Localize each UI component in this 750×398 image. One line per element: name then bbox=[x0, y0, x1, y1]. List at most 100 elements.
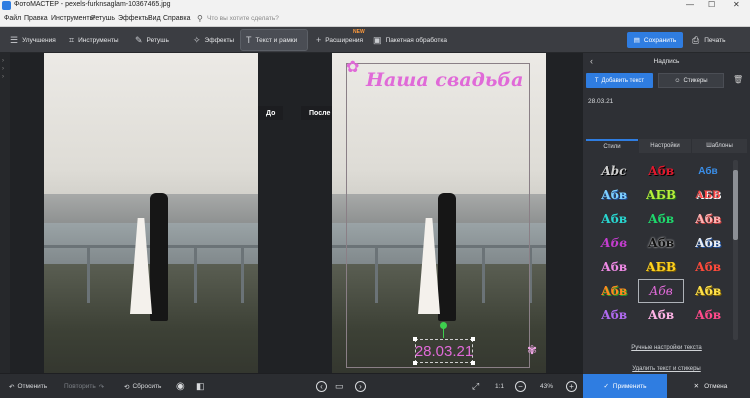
resize-handle[interactable] bbox=[413, 337, 417, 341]
style-preset[interactable]: АБВ bbox=[639, 256, 683, 278]
style-preset[interactable]: Абв bbox=[639, 232, 683, 254]
reset-button[interactable]: ⟲ Сбросить bbox=[124, 380, 161, 393]
close-icon[interactable]: ✕ bbox=[733, 0, 740, 9]
manual-text-settings-link[interactable]: Ручные настройки текста bbox=[583, 345, 750, 351]
apply-button[interactable]: ✓ Применить bbox=[583, 374, 667, 398]
tab-styles[interactable]: Стили bbox=[586, 139, 638, 153]
style-preset[interactable]: АБВ bbox=[639, 184, 683, 206]
print-button[interactable]: ⎙ Печать bbox=[692, 32, 738, 48]
tab-text-frames[interactable]: T Текст и рамки bbox=[240, 29, 308, 51]
close-icon: ✕ bbox=[693, 383, 700, 390]
search-placeholder: Что вы хотите сделать? bbox=[207, 15, 279, 22]
redo-button[interactable]: Повторить ↷ bbox=[64, 380, 104, 393]
menu-edit[interactable]: Правка bbox=[24, 15, 48, 22]
compare-icon[interactable]: ◧ bbox=[196, 380, 205, 393]
trash-icon[interactable]: 🗑 bbox=[733, 75, 743, 84]
menu-tools[interactable]: Инструменты bbox=[51, 15, 95, 22]
minus-icon: − bbox=[515, 381, 526, 392]
search-field[interactable]: ⚲ Что вы хотите сделать? bbox=[197, 14, 307, 25]
style-preset[interactable]: Абв bbox=[592, 280, 636, 302]
style-preset[interactable]: Абв bbox=[686, 256, 730, 278]
title-bar: ФотоМАСТЕР - pexels-furknsaglam-10367465… bbox=[0, 0, 750, 11]
zoom-level: 43% bbox=[540, 383, 554, 390]
style-preset[interactable]: Abc bbox=[592, 160, 636, 182]
tab-batch[interactable]: ▣ Пакетная обработка bbox=[368, 30, 452, 50]
cancel-button[interactable]: ✕ Отмена bbox=[671, 374, 750, 398]
rotate-handle[interactable] bbox=[440, 322, 447, 329]
minimize-icon[interactable]: — bbox=[686, 0, 694, 9]
text-entry-field[interactable]: 28.03.21 bbox=[586, 95, 741, 139]
eye-icon[interactable]: ◉ bbox=[176, 380, 185, 393]
add-text-button[interactable]: T Добавить текст bbox=[586, 73, 653, 88]
decorative-frame bbox=[346, 63, 530, 368]
menu-file[interactable]: Файл bbox=[4, 15, 21, 22]
brush-icon: ✎ bbox=[135, 34, 143, 45]
text-panel: Надпись ‹ T Добавить текст ☺ Стикеры 🗑 28.… bbox=[583, 53, 750, 398]
style-preset[interactable]: Абв bbox=[592, 304, 636, 326]
collapsed-side-panel[interactable]: › › › bbox=[0, 53, 10, 373]
menu-retouch[interactable]: Ретушь bbox=[91, 15, 115, 22]
style-presets-grid: Abc Абв Абв Абв АБВ АБВ Абв Абв Абв Абв … bbox=[592, 160, 733, 345]
style-preset[interactable]: Абв bbox=[686, 232, 730, 254]
tab-enhancements[interactable]: ☰ Улучшения bbox=[5, 30, 61, 50]
style-preset[interactable]: Абв bbox=[639, 160, 683, 182]
maximize-icon[interactable]: ☐ bbox=[708, 0, 715, 9]
resize-handle[interactable] bbox=[413, 361, 417, 365]
style-preset[interactable]: Абв bbox=[592, 232, 636, 254]
tab-effects[interactable]: ✧ Эффекты bbox=[188, 30, 239, 50]
style-preset[interactable]: Абв bbox=[639, 304, 683, 326]
images-icon: ▣ bbox=[373, 34, 382, 45]
plus-icon: + bbox=[566, 381, 577, 392]
tab-tools[interactable]: ⌗ Инструменты bbox=[64, 30, 124, 50]
next-image-button[interactable]: › bbox=[355, 380, 366, 393]
folder-icon[interactable]: ▭ bbox=[335, 380, 344, 393]
redo-icon: ↷ bbox=[98, 383, 105, 391]
stickers-button[interactable]: ☺ Стикеры bbox=[658, 73, 724, 88]
check-icon: ✓ bbox=[603, 383, 609, 390]
tab-settings[interactable]: Настройки bbox=[639, 139, 691, 153]
style-preset[interactable]: АБВ bbox=[686, 184, 730, 206]
plus-icon: + bbox=[316, 35, 322, 45]
crop-icon: ⌗ bbox=[69, 34, 75, 45]
style-preset[interactable]: Абв bbox=[686, 304, 730, 326]
panel-title: Надпись bbox=[653, 57, 680, 65]
style-preset[interactable]: Абв bbox=[639, 208, 683, 230]
back-chevron-icon[interactable]: ‹ bbox=[590, 56, 593, 66]
styles-scrollbar-thumb[interactable] bbox=[733, 170, 738, 240]
text-icon: T bbox=[594, 77, 599, 84]
undo-button[interactable]: ↶ Отменить bbox=[9, 380, 47, 393]
flower-sticker-icon[interactable]: ✿ bbox=[346, 57, 359, 77]
zoom-in-button[interactable]: + bbox=[566, 380, 577, 393]
fit-screen-icon[interactable]: ⤢ bbox=[472, 380, 479, 393]
window-title: ФотоМАСТЕР - pexels-furknsaglam-10367465… bbox=[14, 1, 171, 8]
tab-retouch[interactable]: ✎ Ретушь bbox=[130, 30, 174, 50]
style-preset[interactable]: Абв bbox=[686, 208, 730, 230]
menu-effects[interactable]: Эффекты bbox=[118, 15, 150, 22]
resize-handle[interactable] bbox=[471, 361, 475, 365]
new-badge: NEW bbox=[353, 29, 365, 35]
menu-help[interactable]: Справка bbox=[163, 15, 190, 22]
style-preset[interactable]: Абв bbox=[592, 256, 636, 278]
style-preset[interactable]: Абв bbox=[686, 280, 730, 302]
sliders-icon: ☰ bbox=[10, 34, 19, 45]
ratio-button[interactable]: 1:1 bbox=[495, 380, 504, 393]
preview-canvas[interactable]: До После ✿ Наша свадьба ✾ 28.03.21 bbox=[10, 53, 583, 373]
overlay-date-text[interactable]: 28.03.21 bbox=[415, 339, 473, 363]
overlay-title-text[interactable]: Наша свадьба bbox=[366, 69, 523, 91]
bottom-bar: ↶ Отменить Повторить ↷ ⟲ Сбросить ◉ ◧ ‹ ▭ ›… bbox=[0, 373, 583, 398]
flower-sticker-icon[interactable]: ✾ bbox=[527, 343, 537, 357]
style-preset[interactable]: Абв bbox=[592, 208, 636, 230]
tab-templates[interactable]: Шаблоны bbox=[692, 139, 747, 153]
app-logo-icon bbox=[2, 1, 11, 10]
expand-arrows-icon: › › › bbox=[2, 58, 4, 80]
menu-view[interactable]: Вид bbox=[148, 15, 161, 22]
sticker-icon: ☺ bbox=[674, 77, 681, 84]
save-button[interactable]: ▤ Сохранить bbox=[627, 32, 683, 48]
delete-text-stickers-link[interactable]: Удалить текст и стикеры bbox=[583, 366, 750, 372]
zoom-out-button[interactable]: − bbox=[515, 380, 526, 393]
resize-handle[interactable] bbox=[471, 337, 475, 341]
style-preset[interactable]: Абв bbox=[686, 160, 730, 182]
prev-image-button[interactable]: ‹ bbox=[316, 380, 327, 393]
style-preset[interactable]: Абв bbox=[592, 184, 636, 206]
style-preset-selected[interactable]: Абв bbox=[638, 279, 684, 303]
